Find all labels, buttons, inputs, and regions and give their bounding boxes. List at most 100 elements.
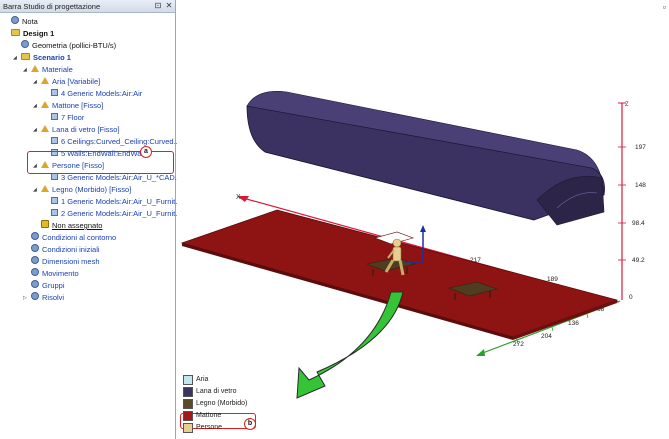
tree-item[interactable]: Design 1 [3, 28, 54, 40]
design-study-bar: Barra Studio di progettazione ⊡ ✕ Nota De… [0, 0, 181, 439]
collapsed-icon[interactable]: ▷ [23, 292, 30, 304]
tree-item-label: Mattone [Fisso] [52, 101, 104, 110]
tree-item[interactable]: ▷ Risolvi [23, 292, 64, 304]
tree-item-label: Legno (Morbido) [Fisso] [52, 185, 132, 194]
tree-item-label: Scenario 1 [33, 53, 71, 62]
pin-icon[interactable]: ⊡ [153, 1, 163, 11]
legend-label: Aria [196, 376, 209, 383]
model-viewport[interactable]: ▫ Z 197 148 98.4 49.2 0 X 217 189 68 136… [177, 0, 669, 439]
tree-item[interactable]: ◢ Lana di vetro [Fisso] [33, 124, 120, 136]
z-tick-label: 49.2 [632, 257, 645, 264]
tree-item[interactable]: Condizioni iniziali [23, 244, 100, 256]
legend-label: Lana di vetro [196, 388, 237, 395]
material-group-icon [41, 76, 49, 88]
scene-svg[interactable]: Z 197 148 98.4 49.2 0 X 217 189 68 136 2… [177, 0, 669, 439]
expanded-icon[interactable]: ◢ [33, 100, 40, 112]
expanded-icon[interactable]: ◢ [33, 124, 40, 136]
x-axis-label: X [236, 194, 241, 201]
tree-item-label: Risolvi [42, 293, 65, 302]
geometry-icon [21, 40, 29, 52]
tree-item[interactable]: ◢ Mattone [Fisso] [33, 100, 103, 112]
tree-item-label: Geometria (pollici-BTU/s) [32, 41, 117, 50]
tree-item-label: 3 Generic Models:Air:Air_U_*CAD... [61, 173, 182, 182]
design-icon [11, 28, 20, 40]
callout-a: a [140, 146, 152, 158]
tree-item[interactable]: 6 Ceilings:Curved_Ceiling:Curved... [43, 136, 180, 148]
legend-swatch [183, 411, 193, 421]
tree-item-label: Design 1 [23, 29, 55, 38]
curved-roof [246, 91, 605, 226]
legend-swatch [183, 399, 193, 409]
part-icon [51, 208, 58, 220]
warning-icon [41, 220, 49, 232]
close-icon[interactable]: ✕ [164, 1, 174, 11]
legend-item: Aria [183, 374, 247, 386]
y-tick-label: 272 [513, 341, 524, 348]
part-icon [51, 112, 58, 124]
tree-item[interactable]: ◢ Materiale [23, 64, 73, 76]
tree-item-label: 2 Generic Models:Air:Air_U_Furnit... [61, 209, 182, 218]
tree-item-label: Condizioni al contorno [42, 233, 117, 242]
legend-swatch [183, 387, 193, 397]
tree-item[interactable]: Movimento [23, 268, 79, 280]
tree-item-label: 7 Floor [61, 113, 85, 122]
tree-item[interactable]: ◢ Scenario 1 [13, 52, 71, 64]
tree-item-label: 1 Generic Models:Air:Air_U_Furnit... [61, 197, 182, 206]
z-tick-label: 0 [629, 294, 633, 301]
tree-item[interactable]: Nota [3, 16, 38, 28]
part-icon [51, 136, 58, 148]
green-direction-arrow [296, 291, 404, 399]
tree-item-label: 6 Ceilings:Curved_Ceiling:Curved... [61, 137, 180, 146]
y-tick-label: 136 [568, 320, 579, 327]
mesh-icon [31, 256, 39, 268]
tree-item[interactable]: Geometria (pollici-BTU/s) [13, 40, 116, 52]
note-icon [11, 16, 19, 28]
legend-item: Persone [183, 422, 247, 434]
legend-item: Lana di vetro [183, 386, 247, 398]
tree-item[interactable]: 2 Generic Models:Air:Air_U_Furnit... [43, 208, 181, 220]
y-tick-label: 204 [541, 333, 552, 340]
tree-item[interactable]: 4 Generic Models:Air:Air [43, 88, 142, 100]
z-tick-label: 148 [635, 182, 646, 189]
part-icon [51, 196, 58, 208]
tree-item-label: Gruppi [42, 281, 65, 290]
tree-item[interactable]: Gruppi [23, 280, 65, 292]
tree-item[interactable]: ◢ Aria [Variabile] [33, 76, 100, 88]
legend-swatch [183, 375, 193, 385]
legend-label: Mattone [196, 412, 222, 419]
material-legend: Aria Lana di vetro Legno (Morbido) Mattone P… [183, 374, 247, 434]
expanded-icon[interactable]: ◢ [13, 52, 20, 64]
material-group-icon [41, 124, 49, 136]
legend-swatch [183, 423, 193, 433]
solve-icon [31, 292, 39, 304]
material-group-icon [41, 100, 49, 112]
expanded-icon[interactable]: ◢ [23, 64, 30, 76]
z-tick-label: 98.4 [632, 220, 645, 227]
tree-item[interactable]: ◢ Legno (Morbido) [Fisso] [33, 184, 131, 196]
z-tick-label: 197 [635, 144, 646, 151]
expanded-icon[interactable]: ◢ [33, 76, 40, 88]
tree-item-label: Non assegnato [52, 221, 103, 230]
tree-item-label: 4 Generic Models:Air:Air [61, 89, 143, 98]
legend-item: Mattone [183, 410, 247, 422]
tree-item[interactable]: 7 Floor [43, 112, 84, 124]
tree-item-label: Materiale [42, 65, 73, 74]
tree-item-label: Lana di vetro [Fisso] [52, 125, 120, 134]
tree-item-label: Movimento [42, 269, 79, 278]
initial-icon [31, 244, 39, 256]
floor-slab [180, 209, 619, 340]
groups-icon [31, 280, 39, 292]
expanded-icon[interactable]: ◢ [33, 184, 40, 196]
tree-item[interactable]: Non assegnato [33, 220, 102, 232]
legend-label: Legno (Morbido) [196, 400, 248, 407]
tree-item[interactable]: 1 Generic Models:Air:Air_U_Furnit... [43, 196, 181, 208]
part-icon [51, 88, 58, 100]
tree-item[interactable]: Dimensioni mesh [23, 256, 100, 268]
material-icon [31, 64, 39, 76]
tree-item[interactable]: Condizioni al contorno [23, 232, 116, 244]
boundary-icon [31, 232, 39, 244]
z-axis-label: Z [625, 102, 629, 108]
highlight-box-persone [27, 151, 174, 174]
tree-item-label: Dimensioni mesh [42, 257, 100, 266]
legend-item: Legno (Morbido) [183, 398, 247, 410]
